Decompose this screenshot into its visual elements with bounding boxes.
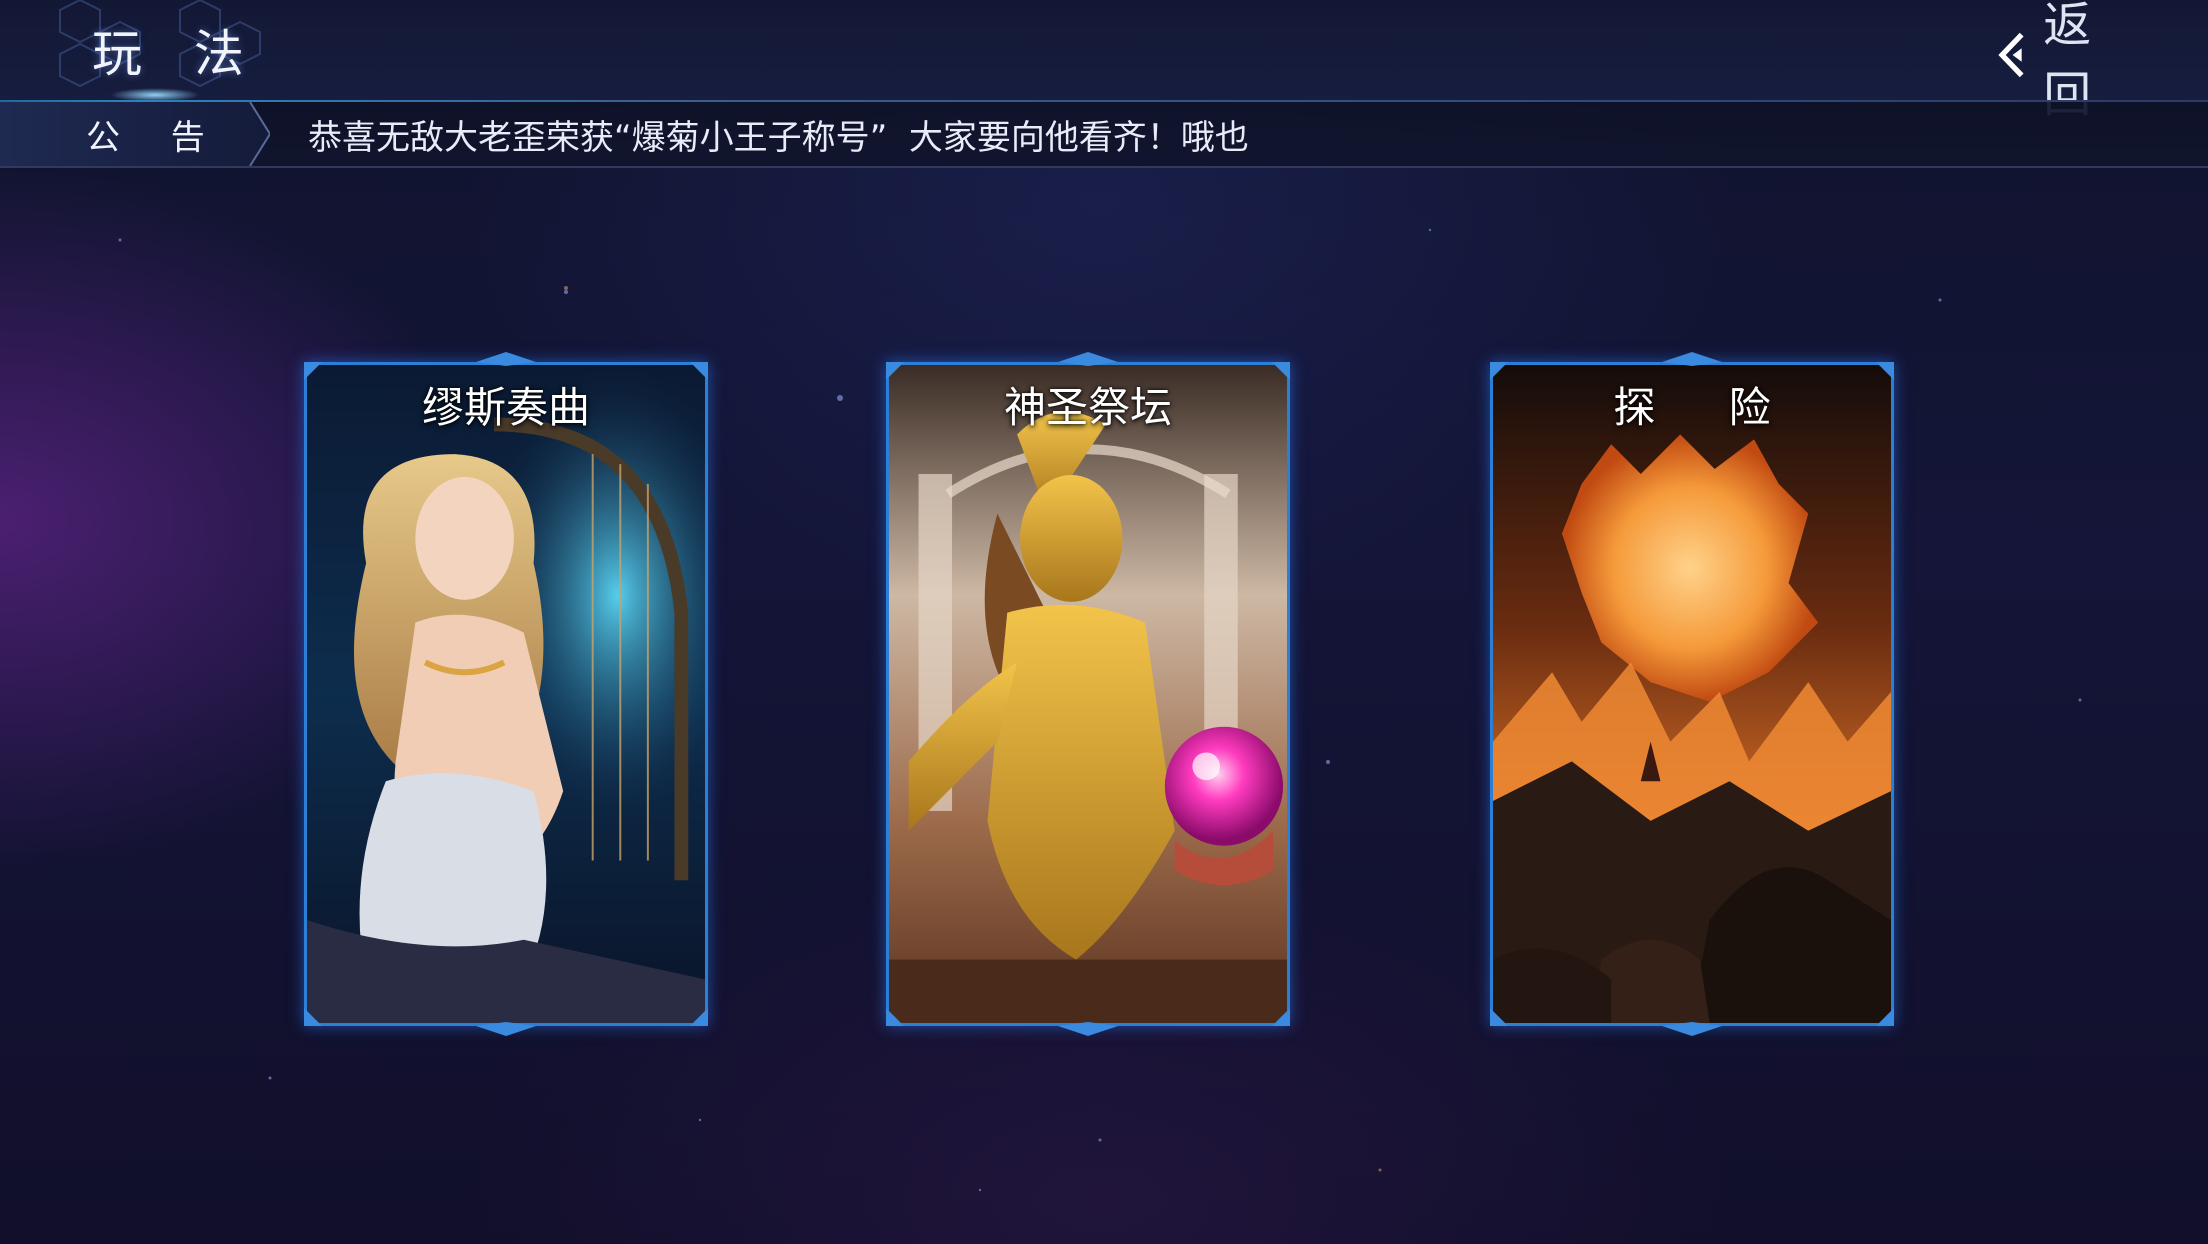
announcement-text: 恭喜无敌大老歪荣获“爆菊小王子称号” 大家要向他看齐！哦也 [308, 118, 1249, 158]
card-title: 缪斯奏曲 [421, 383, 590, 432]
chevron-left-icon [1998, 32, 2024, 78]
card-frame [304, 362, 708, 1026]
golden-goddess-orb-illustration [889, 365, 1287, 1023]
page-title: 玩 法 [92, 25, 262, 83]
card-frame [886, 362, 1290, 1026]
announcement-tag: 公 告 [0, 102, 270, 166]
harp-muse-illustration [307, 365, 705, 1023]
back-button[interactable]: 返 回 [1996, 0, 2186, 123]
card-muse-melody[interactable]: 缪斯奏曲 [304, 352, 708, 1036]
announcement-label: 公 告 [86, 118, 225, 158]
card-frame [1490, 362, 1894, 1026]
card-holy-altar[interactable]: 神圣祭坛 [886, 352, 1290, 1036]
card-title: 探 险 [1613, 383, 1801, 432]
top-header: 玩 法 返 回 [0, 0, 2208, 123]
announcement-bar: 公 告 恭喜无敌大老歪荣获“爆菊小王子称号” 大家要向他看齐！哦也 [0, 102, 2208, 168]
card-title: 神圣祭坛 [1003, 383, 1172, 432]
card-adventure[interactable]: 探 险 [1490, 352, 1894, 1036]
volcano-adventure-illustration [1493, 365, 1891, 1023]
